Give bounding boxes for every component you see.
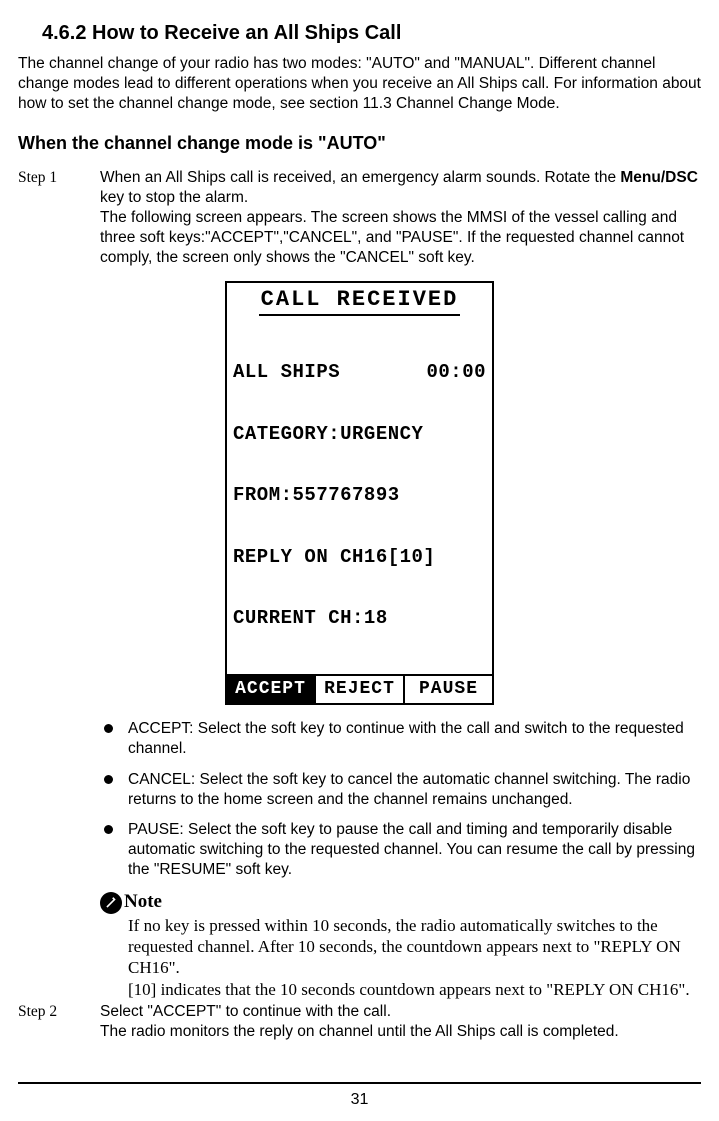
lcd-row1a: ALL SHIPS <box>233 362 340 383</box>
bullet-list: ACCEPT: Select the soft key to continue … <box>100 719 701 880</box>
bullet-pause: PAUSE: Select the soft key to pause the … <box>100 820 701 880</box>
lcd-row3: FROM:557767893 <box>233 485 486 506</box>
note-body: If no key is pressed within 10 seconds, … <box>128 915 701 1000</box>
note-icon <box>100 892 122 914</box>
step-1-label: Step 1 <box>18 168 100 269</box>
step-2-body: Select "ACCEPT" to continue with the cal… <box>100 1002 701 1042</box>
lcd-title: CALL RECEIVED <box>259 286 461 317</box>
lcd-row5: CURRENT CH:18 <box>233 608 486 629</box>
lcd-body: ALL SHIPS 00:00 CATEGORY:URGENCY FROM:557… <box>227 319 492 672</box>
step-1-body: When an All Ships call is received, an e… <box>100 168 701 269</box>
bullet-cancel: CANCEL: Select the soft key to cancel th… <box>100 770 701 810</box>
step-1-key: Menu/DSC <box>620 169 698 186</box>
footer-rule <box>18 1082 701 1084</box>
note-block: Note If no key is pressed within 10 seco… <box>100 890 701 1000</box>
step-2-label: Step 2 <box>18 1002 100 1042</box>
step-2-text-2: The radio monitors the reply on channel … <box>100 1023 619 1040</box>
lcd-row4: REPLY ON CH16[10] <box>233 547 486 568</box>
step-2: Step 2 Select "ACCEPT" to continue with … <box>18 1002 701 1042</box>
section-heading: 4.6.2 How to Receive an All Ships Call <box>42 20 701 46</box>
lcd-row2: CATEGORY:URGENCY <box>233 424 486 445</box>
note-head: Note <box>100 890 701 915</box>
sub-heading: When the channel change mode is "AUTO" <box>18 132 701 155</box>
step-2-text-1: Select "ACCEPT" to continue with the cal… <box>100 1003 391 1020</box>
lcd-softkeys: ACCEPT REJECT PAUSE <box>227 674 492 703</box>
step-1-text-a: When an All Ships call is received, an e… <box>100 169 620 186</box>
intro-paragraph: The channel change of your radio has two… <box>18 54 701 114</box>
lcd-row1b: 00:00 <box>426 362 486 383</box>
page-number: 31 <box>18 1090 701 1111</box>
note-label: Note <box>124 890 162 915</box>
step-1-text-c: key to stop the alarm. <box>100 189 248 206</box>
softkey-reject: REJECT <box>314 676 403 703</box>
step-1-text-2: The following screen appears. The screen… <box>100 209 684 266</box>
note-line-1: If no key is pressed within 10 seconds, … <box>128 916 681 978</box>
bullet-accept: ACCEPT: Select the soft key to continue … <box>100 719 701 759</box>
lcd-screen: CALL RECEIVED ALL SHIPS 00:00 CATEGORY:UR… <box>225 281 494 706</box>
softkey-pause: PAUSE <box>403 676 492 703</box>
softkey-accept: ACCEPT <box>227 676 314 703</box>
lcd-title-wrap: CALL RECEIVED <box>227 283 492 320</box>
note-line-2: [10] indicates that the 10 seconds count… <box>128 980 690 999</box>
step-1: Step 1 When an All Ships call is receive… <box>18 168 701 269</box>
